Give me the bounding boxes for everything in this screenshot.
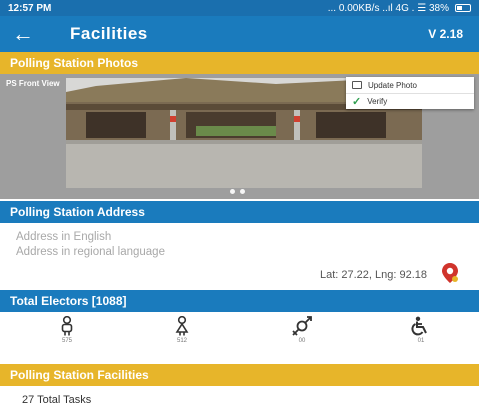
- back-arrow-icon[interactable]: ←: [12, 21, 52, 47]
- address-english-field[interactable]: Address in English: [16, 231, 111, 243]
- app-bar: ← Facilities V 2.18: [0, 16, 479, 52]
- wheelchair-icon: [411, 316, 427, 336]
- facilities-section-header: Polling Station Facilities: [0, 364, 479, 386]
- elector-pwd: 01: [401, 316, 441, 344]
- pager-dot[interactable]: [240, 189, 245, 194]
- camera-icon: [352, 81, 362, 89]
- photo-carousel[interactable]: PS Front View Update Photo ✓ Verify: [0, 74, 479, 199]
- photo-caption: PS Front View: [6, 79, 60, 88]
- pager-dot[interactable]: [230, 189, 235, 194]
- facilities-header-label: Polling Station Facilities: [10, 368, 149, 382]
- page-title: Facilities: [70, 24, 148, 43]
- verify-button[interactable]: ✓ Verify: [346, 93, 474, 109]
- total-tasks-label: 27 Total Tasks: [22, 394, 92, 403]
- elector-female: 512: [162, 316, 202, 344]
- update-photo-label: Update Photo: [368, 80, 417, 90]
- lat-lng-readout: Lat: 27.22, Lng: 92.18: [319, 269, 427, 281]
- battery-icon: [455, 4, 471, 12]
- address-regional-field[interactable]: Address in regional language: [16, 246, 165, 258]
- status-time: 12:57 PM: [8, 2, 52, 14]
- status-bar: 12:57 PM ... 0.00KB/s ..ıl 4G . ☰ 38%: [0, 0, 479, 16]
- elector-count: 512: [176, 338, 187, 344]
- photos-header-label: Polling Station Photos: [10, 56, 138, 70]
- check-icon: ✓: [352, 96, 362, 108]
- status-indicators: ... 0.00KB/s ..ıl 4G . ☰ 38%: [328, 3, 471, 14]
- carousel-pager: [230, 189, 245, 194]
- female-icon: [175, 316, 189, 336]
- male-icon: [61, 316, 73, 336]
- elector-count: 01: [417, 338, 425, 344]
- address-header-label: Polling Station Address: [10, 205, 145, 219]
- version-label: V 2.18: [428, 27, 463, 41]
- update-photo-button[interactable]: Update Photo: [346, 77, 474, 93]
- network-status: ... 0.00KB/s ..ıl 4G . ☰ 38%: [327, 2, 449, 14]
- photos-section-header: Polling Station Photos: [0, 52, 479, 74]
- elector-transgender: 00: [282, 316, 322, 344]
- electors-section-header: Total Electors [1088]: [0, 290, 479, 312]
- electors-row: 575 512 00 01: [0, 312, 479, 362]
- transgender-icon: [292, 316, 312, 336]
- verify-label: Verify: [367, 97, 388, 106]
- map-pin-icon[interactable]: [441, 262, 459, 284]
- electors-header-label: Total Electors [1088]: [10, 294, 127, 308]
- address-section-header: Polling Station Address: [0, 201, 479, 223]
- address-block: Address in English Address in regional l…: [0, 223, 479, 290]
- elector-count: 00: [298, 338, 306, 344]
- elector-count: 575: [61, 338, 72, 344]
- elector-male: 575: [47, 316, 87, 344]
- photo-menu: Update Photo ✓ Verify: [346, 77, 474, 109]
